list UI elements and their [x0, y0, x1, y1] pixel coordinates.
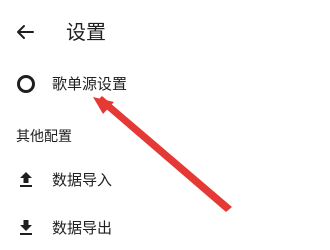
app-bar: 设置	[0, 0, 330, 64]
item-label: 数据导出	[52, 219, 113, 237]
section-header-other: 其他配置	[16, 129, 72, 145]
data-import-item[interactable]: 数据导入	[0, 158, 330, 202]
item-label: 数据导入	[52, 171, 113, 189]
arrow-left-icon	[17, 25, 34, 39]
item-label: 歌单源设置	[52, 75, 128, 93]
playlist-source-settings-item[interactable]: 歌单源设置	[0, 62, 330, 106]
radio-ring-icon	[14, 72, 38, 96]
upload-icon	[14, 168, 38, 192]
download-icon	[14, 216, 38, 240]
back-button[interactable]	[10, 19, 40, 45]
settings-screen: 设置 歌单源设置 其他配置 数据导入 数据导出	[0, 0, 330, 250]
page-title: 设置	[66, 20, 106, 44]
data-export-item[interactable]: 数据导出	[0, 206, 330, 250]
